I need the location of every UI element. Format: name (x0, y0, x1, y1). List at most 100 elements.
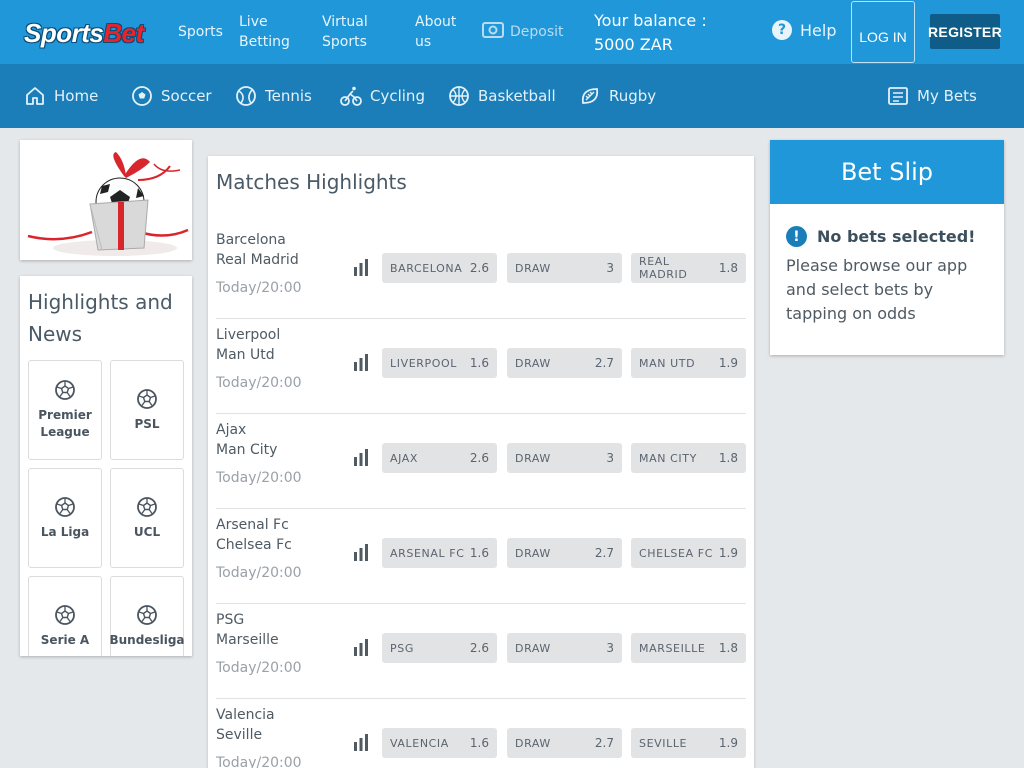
bet-slip-title: Bet Slip (770, 140, 1004, 204)
home-win-odds-button[interactable]: VALENCIA 1.6 (382, 728, 497, 758)
match-time: Today/20:00 (216, 660, 302, 676)
stats-bar-chart-icon[interactable] (352, 259, 370, 281)
home-win-odds-button[interactable]: ARSENAL FC 1.6 (382, 538, 497, 568)
nav-link-live-betting[interactable]: Live Betting (239, 12, 299, 52)
away-win-odds-button[interactable]: MAN CITY 1.8 (631, 443, 746, 473)
stats-bar-chart-icon[interactable] (352, 639, 370, 661)
away-team-name: Seville (216, 727, 263, 743)
league-tile-premier-league[interactable]: Premier League (28, 360, 102, 460)
odds-value: 1.9 (718, 356, 738, 370)
sport-nav-cycling[interactable]: Cycling (340, 84, 425, 108)
away-team-name: Chelsea Fc (216, 537, 292, 553)
tennis-ball-icon (236, 86, 256, 106)
odds-value: 1.9 (718, 546, 738, 560)
stats-bar-chart-icon[interactable] (352, 449, 370, 471)
stats-bar-chart-icon[interactable] (352, 354, 370, 376)
odds-label: MAN UTD (639, 356, 696, 370)
away-win-odds-button[interactable]: SEVILLE 1.9 (631, 728, 746, 758)
sport-nav-soccer[interactable]: Soccer (131, 84, 212, 108)
match-time: Today/20:00 (216, 375, 302, 391)
soccer-ball-icon (132, 86, 152, 106)
odds-value: 2.6 (469, 641, 489, 655)
draw-odds-button[interactable]: DRAW 2.7 (507, 348, 622, 378)
soccer-ball-icon (55, 496, 75, 517)
no-bets-title: No bets selected! (817, 227, 976, 246)
match-row: Ajax Man City Today/20:00 AJAX 2.6 DRAW 3 MAN C… (216, 414, 746, 509)
odds-label: DRAW (515, 641, 551, 655)
odds-value: 2.7 (594, 546, 614, 560)
deposit-button[interactable]: Deposit (482, 21, 564, 43)
login-button[interactable]: LOG IN (851, 1, 915, 63)
league-tile-serie-a[interactable]: Serie A (28, 576, 102, 656)
odds-value: 2.7 (594, 736, 614, 750)
odds-label: SEVILLE (639, 736, 688, 750)
away-win-odds-button[interactable]: MARSEILLE 1.8 (631, 633, 746, 663)
away-team-name: Man City (216, 442, 278, 458)
odds-value: 1.6 (469, 356, 489, 370)
odds-label: VALENCIA (390, 736, 449, 750)
odds-value: 1.8 (718, 641, 738, 655)
home-win-odds-button[interactable]: BARCELONA 2.6 (382, 253, 497, 283)
away-team-name: Marseille (216, 632, 279, 648)
draw-odds-button[interactable]: DRAW 2.7 (507, 728, 622, 758)
sport-nav-tennis[interactable]: Tennis (235, 84, 312, 108)
nav-link-sports[interactable]: Sports (178, 22, 223, 42)
stats-bar-chart-icon[interactable] (352, 734, 370, 756)
bet-slip-panel: Bet Slip ! No bets selected! Please brow… (770, 140, 1004, 355)
balance-label: Your balance : (594, 11, 707, 30)
sport-nav-rugby[interactable]: Rugby (579, 84, 656, 108)
odds-label: MARSEILLE (639, 641, 706, 655)
league-tile-bundesliga[interactable]: Bundesliga (109, 576, 185, 656)
balance-display: Your balance : 5000 ZAR (594, 9, 707, 57)
away-win-odds-button[interactable]: MAN UTD 1.9 (631, 348, 746, 378)
home-win-odds-button[interactable]: LIVERPOOL 1.6 (382, 348, 497, 378)
match-row: Barcelona Real Madrid Today/20:00 BARCELONA… (216, 224, 746, 319)
help-button[interactable]: ? Help (772, 20, 836, 40)
sport-navigation: Home Soccer Tennis Cycling Basketball Ru… (0, 64, 1024, 128)
top-header: SportsBet Sports Live Betting Virtual Sp… (0, 0, 1024, 64)
soccer-ball-icon (55, 380, 75, 400)
draw-odds-button[interactable]: DRAW 3 (507, 633, 622, 663)
home-team-name: Arsenal Fc (216, 517, 289, 533)
stats-bar-chart-icon[interactable] (352, 544, 370, 566)
odds-label: DRAW (515, 356, 551, 370)
odds-label: REAL MADRID (639, 255, 688, 281)
away-win-odds-button[interactable]: CHELSEA FC 1.9 (631, 538, 746, 568)
nav-link-virtual-sports[interactable]: Virtual Sports (322, 12, 382, 52)
home-win-odds-button[interactable]: PSG 2.6 (382, 633, 497, 663)
odds-label: LIVERPOOL (390, 356, 457, 370)
draw-odds-button[interactable]: DRAW 3 (507, 443, 622, 473)
draw-odds-button[interactable]: DRAW 2.7 (507, 538, 622, 568)
matches-highlights-title: Matches Highlights (216, 170, 407, 194)
match-time: Today/20:00 (216, 755, 302, 768)
odds-value: 2.6 (469, 261, 489, 275)
register-button[interactable]: REGISTER (928, 14, 1002, 49)
balance-value: 5000 ZAR (594, 35, 673, 54)
away-win-odds-button[interactable]: REAL MADRID 1.8 (631, 253, 746, 283)
deposit-label: Deposit (510, 24, 564, 40)
exclamation-icon: ! (786, 226, 807, 247)
promo-banner-gift[interactable] (20, 140, 192, 260)
sportsbet-logo[interactable]: SportsBet (24, 18, 144, 49)
sport-nav-home[interactable]: Home (24, 84, 98, 108)
odds-value: 2.7 (594, 356, 614, 370)
match-row: Valencia Seville Today/20:00 VALENCIA 1.6 DRA… (216, 699, 746, 768)
match-time: Today/20:00 (216, 280, 302, 296)
my-bets-link[interactable]: My Bets (887, 84, 977, 108)
odds-value: 1.6 (469, 736, 489, 750)
nav-link-about-us[interactable]: About us (415, 12, 465, 52)
matches-highlights-panel: Matches Highlights Barcelona Real Madrid T… (208, 156, 754, 768)
league-tile-la-liga[interactable]: La Liga (28, 468, 102, 568)
league-tile-psl[interactable]: PSL (110, 360, 184, 460)
odds-label: PSG (390, 641, 414, 655)
draw-odds-button[interactable]: DRAW 3 (507, 253, 622, 283)
bet-slip-instructions: Please browse our app and select bets by… (786, 256, 968, 323)
sport-nav-basketball[interactable]: Basketball (448, 84, 556, 108)
odds-label: DRAW (515, 261, 551, 275)
home-win-odds-button[interactable]: AJAX 2.6 (382, 443, 497, 473)
league-tile-ucl[interactable]: UCL (110, 468, 184, 568)
away-team-name: Man Utd (216, 347, 275, 363)
odds-label: BARCELONA (390, 261, 463, 275)
soccer-ball-icon (137, 604, 157, 625)
gift-soccer-ball-image (27, 152, 189, 256)
